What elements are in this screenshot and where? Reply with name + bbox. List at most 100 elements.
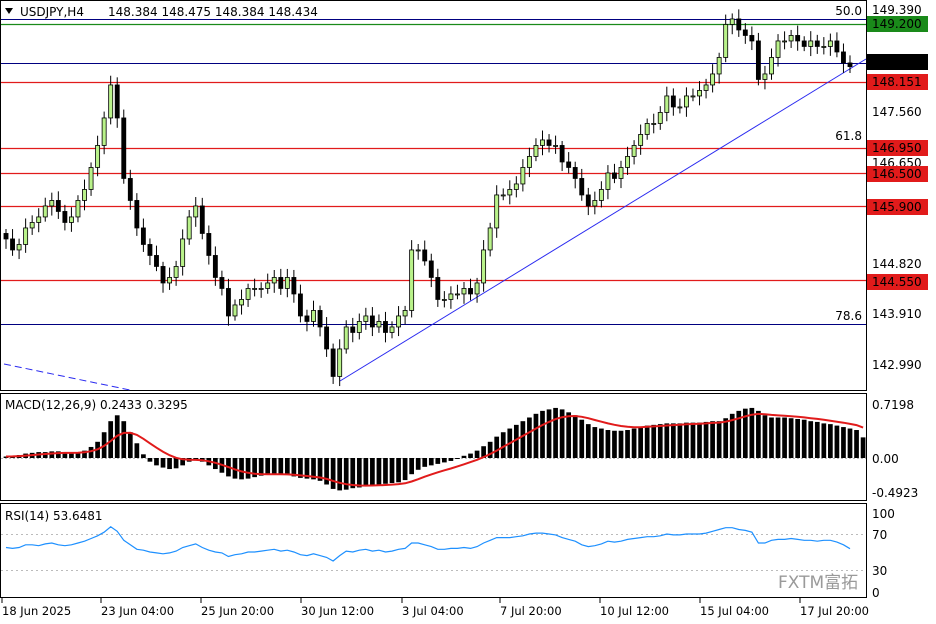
macd-bar [435,458,441,464]
macd-bar [265,458,271,475]
candle [324,326,330,350]
candle [239,299,244,306]
candle [402,310,408,317]
price-tick-4: 143.910 [872,307,922,321]
macd-bar [612,430,617,458]
candle [677,106,683,109]
macd-bar [553,407,558,458]
time-axis [1,598,801,603]
ohlc-values: 148.384 148.475 148.384 148.434 [108,5,318,19]
macd-bar [540,410,545,458]
macd-bar [154,458,159,466]
candle [520,167,526,185]
candle [383,321,388,333]
macd-bar [657,424,663,458]
candle [23,227,29,245]
candle [101,117,107,146]
macd-bar [599,428,604,458]
macd-bar [389,458,395,484]
candle [625,156,630,168]
candle [618,167,624,179]
macd-tick-1: 0.00 [872,452,899,466]
candle [755,40,761,80]
macd-bar [801,419,807,458]
candle [513,183,519,190]
macd-bar [442,458,447,463]
candle [742,29,748,36]
rsi-tick-100: 100 [872,507,895,521]
candle [428,260,434,278]
candle [821,46,827,48]
time-label-8: 17 Jul 20:00 [800,604,869,618]
macd-bar [494,436,500,458]
macd-bar [383,458,388,484]
candle [808,40,814,47]
candle [441,299,447,301]
time-label-7: 15 Jul 04:00 [700,604,769,618]
price-tick-5: 142.990 [872,358,922,372]
macd-bar [631,428,637,458]
candle [258,288,264,290]
macd-bar [664,423,670,458]
current-price-tag: 148.434 [872,55,922,69]
candle [409,249,415,311]
candle [62,211,68,223]
candle [481,249,487,284]
candle [317,310,323,328]
candle [82,189,87,201]
macd-bar [808,421,814,458]
candle [389,326,395,333]
fib-label-61: 61.8 [835,129,862,143]
candle [461,288,467,295]
macd-bar [697,422,702,458]
macd-bar [245,458,251,479]
macd-bar [677,423,683,458]
price-tick-0: 149.390 [872,3,922,17]
macd-bar [638,427,643,458]
candle [788,35,794,42]
macd-bar [474,450,480,458]
macd-bar [684,422,689,458]
candle [553,145,559,147]
rsi-title: RSI(14) 53.6481 [5,509,103,523]
macd-bar [566,412,572,458]
macd-bar [723,418,729,458]
candle [284,277,290,289]
macd-bar [134,443,140,458]
macd-bar [428,458,434,466]
candle [343,326,349,350]
candle [226,288,231,317]
macd-bar [795,418,801,458]
candle [265,282,271,289]
time-label-3: 30 Jun 12:00 [301,604,374,618]
macd-bar [847,428,853,458]
candle [664,95,670,113]
candle [566,161,572,168]
candle [644,123,650,135]
watermark: FXTM富拓 [778,573,858,593]
candle [271,277,277,284]
macd-bar [350,458,356,489]
price-tick-1: 147.560 [872,105,922,119]
macd-bar [644,425,650,458]
macd-bar [271,458,277,475]
macd-bar [605,430,611,458]
candle [415,249,421,252]
candle [841,51,846,64]
time-label-0: 18 Jun 2025 [2,604,71,618]
candle [559,145,565,163]
macd-bar [415,458,421,470]
candle [376,321,382,328]
macd-bar [370,458,375,486]
macd-bar [167,458,172,470]
candle [350,326,356,333]
candle [304,315,310,322]
macd-bar [527,417,532,458]
candle [127,178,133,201]
level-tag-146950: 146.950 [872,141,922,155]
candle [422,249,428,262]
candle [579,178,585,196]
candle [723,24,729,58]
macd-bar [710,421,715,458]
macd-bar [147,458,153,462]
